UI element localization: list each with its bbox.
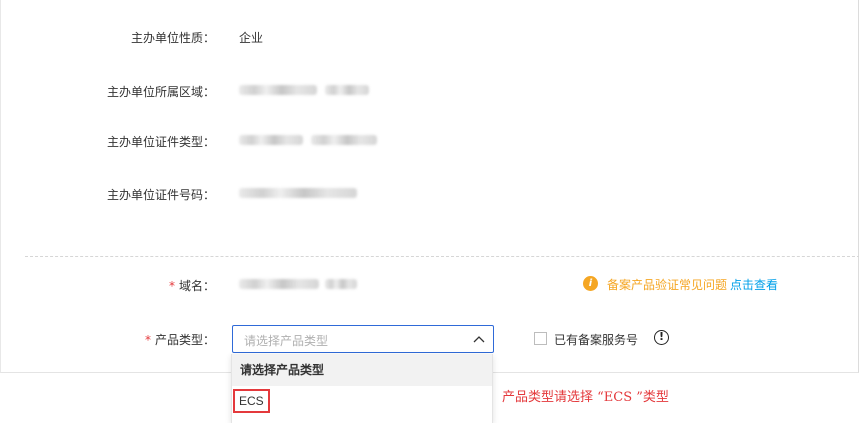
org-nature-value: 企业 [239, 31, 264, 45]
org-cert-number-label: 主办单位证件号码： [106, 188, 215, 202]
domain-label-text: 域名： [178, 279, 215, 293]
org-nature-label: 主办单位性质： [130, 31, 215, 45]
required-mark: * [144, 333, 151, 347]
product-type-placeholder: 请选择产品类型 [244, 334, 329, 348]
chevron-up-icon[interactable] [473, 334, 485, 344]
product-type-label: * 产品类型： [15, 331, 215, 348]
filing-faq-text: 备案产品验证常见问题 [607, 278, 728, 292]
product-type-dropdown: 请选择产品类型 ECS [231, 354, 493, 423]
instruction-annotation: 产品类型请选择 “ECS ”类型 [502, 390, 669, 405]
dropdown-option-placeholder[interactable]: 请选择产品类型 [232, 354, 492, 386]
info-icon: i [583, 276, 598, 291]
org-region-label: 主办单位所属区域： [106, 85, 215, 99]
help-icon[interactable]: ! [654, 330, 669, 345]
product-type-select[interactable]: 请选择产品类型 [232, 325, 494, 353]
domain-label: * 域名： [15, 277, 215, 294]
required-mark: * [168, 279, 175, 293]
view-faq-link[interactable]: 点击查看 [730, 278, 778, 292]
filing-form-panel: 主办单位性质： 企业 主办单位所属区域： 主办单位证件类型： 主办单位证件号码：… [0, 0, 859, 373]
existing-service-number-label[interactable]: 已有备案服务号 [554, 331, 638, 348]
existing-service-number-checkbox[interactable] [534, 332, 547, 345]
org-cert-type-label: 主办单位证件类型： [106, 135, 215, 149]
product-type-label-text: 产品类型： [154, 333, 215, 347]
section-divider [25, 256, 859, 257]
filing-faq-notice: 备案产品验证常见问题 点击查看 [607, 276, 778, 293]
dropdown-option-ecs[interactable]: ECS [233, 389, 270, 413]
